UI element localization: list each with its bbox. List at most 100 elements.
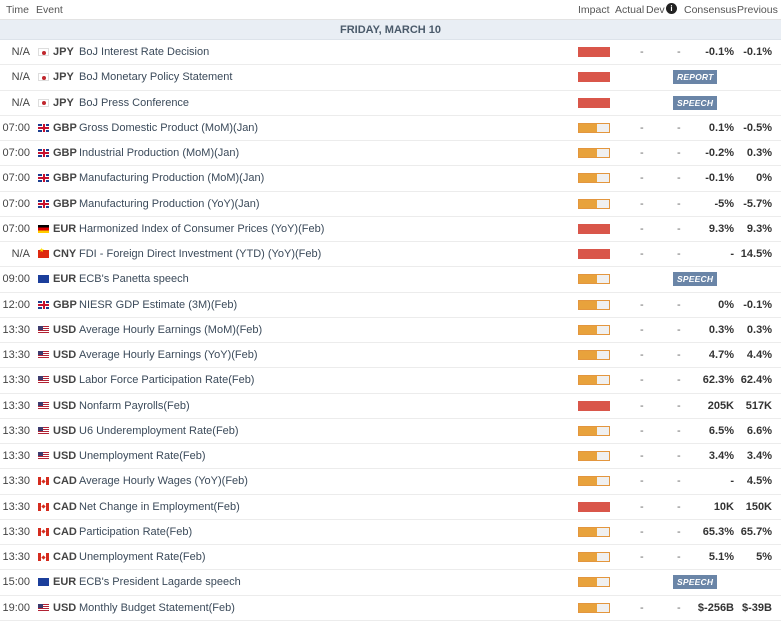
event-name[interactable]: Gross Domestic Product (MoM)(Jan) xyxy=(79,122,258,134)
event-row[interactable]: 13:30 CAD Participation Rate(Feb) - - 65.3% 65… xyxy=(0,519,781,545)
event-name[interactable]: NIESR GDP Estimate (3M)(Feb) xyxy=(79,299,237,311)
event-row[interactable]: 13:30 USD Average Hourly Earnings (MoM)(Fe… xyxy=(0,317,781,343)
flag-us-icon xyxy=(38,351,49,360)
event-name[interactable]: FDI - Foreign Direct Investment (YTD) (Y… xyxy=(79,248,321,260)
event-row[interactable]: 13:30 USD Average Hourly Earnings (YoY)(Fe… xyxy=(0,343,781,369)
flag-gb-icon xyxy=(38,123,49,132)
impact-high-indicator xyxy=(578,72,610,83)
event-name[interactable]: ECB's President Lagarde speech xyxy=(79,576,241,588)
economic-calendar: Time Event Impact Actual Dev i Consensus… xyxy=(0,0,781,621)
event-name[interactable]: Unemployment Rate(Feb) xyxy=(79,551,206,563)
actual-value: - xyxy=(640,349,644,362)
event-name[interactable]: Harmonized Index of Consumer Prices (YoY… xyxy=(79,223,324,235)
currency-code: GBP xyxy=(53,121,77,134)
event-row[interactable]: N/A JPY BoJ Monetary Policy Statement REPOR… xyxy=(0,65,781,91)
event-row[interactable]: 13:30 USD Nonfarm Payrolls(Feb) - - 205K 517K xyxy=(0,393,781,419)
event-row[interactable]: 13:30 USD Unemployment Rate(Feb) - - 3.4% 3.4% xyxy=(0,444,781,470)
event-row[interactable]: 07:00 GBP Industrial Production (MoM)(Jan)… xyxy=(0,141,781,167)
event-name[interactable]: BoJ Monetary Policy Statement xyxy=(79,71,232,83)
previous-value: 65.7% xyxy=(740,525,772,538)
event-name[interactable]: Labor Force Participation Rate(Feb) xyxy=(79,374,254,386)
event-name[interactable]: Nonfarm Payrolls(Feb) xyxy=(79,400,190,412)
event-name[interactable]: U6 Underemployment Rate(Feb) xyxy=(79,425,239,437)
impact-medium-indicator xyxy=(578,375,610,386)
flag-jp-icon xyxy=(38,48,49,57)
event-row[interactable]: N/A JPY BoJ Press Conference SPEECH xyxy=(0,90,781,116)
previous-value: $-39B xyxy=(742,601,772,614)
flag-jp-icon xyxy=(38,73,49,82)
info-icon[interactable]: i xyxy=(666,3,677,14)
event-name[interactable]: BoJ Press Conference xyxy=(79,97,189,109)
event-name[interactable]: Manufacturing Production (YoY)(Jan) xyxy=(79,198,260,210)
event-row[interactable]: 13:30 CAD Unemployment Rate(Feb) - - 5.1% 5% xyxy=(0,545,781,571)
event-row[interactable]: 13:30 USD Labor Force Participation Rate(F… xyxy=(0,368,781,394)
event-row[interactable]: 07:00 EUR Harmonized Index of Consumer Pri… xyxy=(0,216,781,242)
deviation-value: - xyxy=(677,121,681,134)
actual-value: - xyxy=(640,551,644,564)
event-time: 09:00 xyxy=(2,273,30,286)
event-row[interactable]: 07:00 GBP Manufacturing Production (MoM)(J… xyxy=(0,166,781,192)
event-row[interactable]: N/A CNYFDI - Foreign Direct Investment (Y… xyxy=(0,242,781,268)
event-time: 13:30 xyxy=(2,525,30,538)
event-name[interactable]: Unemployment Rate(Feb) xyxy=(79,450,206,462)
event-row[interactable]: 13:30 CAD Net Change in Employment(Feb) - - 1… xyxy=(0,494,781,520)
impact-medium-indicator xyxy=(578,350,610,361)
actual-value: - xyxy=(640,450,644,463)
event-row[interactable]: 09:00 EUR ECB's Panetta speech SPEECH xyxy=(0,267,781,293)
event-row[interactable]: 15:00 EUR ECB's President Lagarde speech SP… xyxy=(0,570,781,596)
event-name[interactable]: ECB's Panetta speech xyxy=(79,273,189,285)
impact-medium-indicator xyxy=(578,324,610,335)
event-row[interactable]: N/A JPY BoJ Interest Rate Decision - - -0.1% -… xyxy=(0,40,781,66)
actual-value: - xyxy=(640,248,644,261)
flag-us-icon xyxy=(38,452,49,461)
event-name[interactable]: Net Change in Employment(Feb) xyxy=(79,501,240,513)
event-name[interactable]: Average Hourly Earnings (YoY)(Feb) xyxy=(79,349,258,361)
event-name[interactable]: Average Hourly Wages (YoY)(Feb) xyxy=(79,475,248,487)
currency-code: JPY xyxy=(53,71,74,84)
event-time: 12:00 xyxy=(2,298,30,311)
event-row[interactable]: 13:30 CAD Average Hourly Wages (YoY)(Feb) -… xyxy=(0,469,781,495)
event-type-badge[interactable]: REPORT xyxy=(673,70,718,85)
deviation-value: - xyxy=(677,147,681,160)
event-time: 19:00 xyxy=(2,601,30,614)
impact-high-indicator xyxy=(578,249,610,260)
event-row[interactable]: 07:00 GBP Gross Domestic Product (MoM)(Jan… xyxy=(0,115,781,141)
col-dev[interactable]: Dev xyxy=(646,4,665,16)
event-row[interactable]: 07:00 GBP Manufacturing Production (YoY)(J… xyxy=(0,191,781,217)
event-row[interactable]: 13:30 USD U6 Underemployment Rate(Feb) - - 6.… xyxy=(0,418,781,444)
event-name[interactable]: Industrial Production (MoM)(Jan) xyxy=(79,147,239,159)
col-actual[interactable]: Actual xyxy=(615,4,644,16)
event-name[interactable]: Monthly Budget Statement(Feb) xyxy=(79,602,235,614)
event-row[interactable]: 19:00 USD Monthly Budget Statement(Feb) - - $… xyxy=(0,595,781,621)
deviation-value: - xyxy=(677,374,681,387)
consensus-value: - xyxy=(730,475,734,488)
currency-code: GBP xyxy=(53,147,77,160)
event-name[interactable]: BoJ Interest Rate Decision xyxy=(79,46,209,58)
flag-ca-icon xyxy=(38,553,49,562)
event-name[interactable]: Average Hourly Earnings (MoM)(Feb) xyxy=(79,324,262,336)
col-event[interactable]: Event xyxy=(36,4,63,16)
flag-ca-icon xyxy=(38,477,49,486)
col-consensus[interactable]: Consensus xyxy=(684,4,737,16)
actual-value: - xyxy=(640,172,644,185)
impact-medium-indicator xyxy=(578,451,610,462)
deviation-value: - xyxy=(677,601,681,614)
event-type-badge[interactable]: SPEECH xyxy=(673,272,718,287)
event-time: 13:30 xyxy=(2,551,30,564)
deviation-value: - xyxy=(677,46,681,59)
col-time[interactable]: Time xyxy=(6,4,29,16)
event-type-badge[interactable]: SPEECH xyxy=(673,575,718,590)
previous-value: 3.4% xyxy=(746,450,772,463)
deviation-value: - xyxy=(677,525,681,538)
currency-code: USD xyxy=(53,374,77,387)
event-name[interactable]: Participation Rate(Feb) xyxy=(79,526,192,538)
event-name[interactable]: Manufacturing Production (MoM)(Jan) xyxy=(79,172,264,184)
col-previous[interactable]: Previous xyxy=(737,4,778,16)
table-header: Time Event Impact Actual Dev i Consensus… xyxy=(0,0,781,20)
event-row[interactable]: 12:00 GBP NIESR GDP Estimate (3M)(Feb) - - 0%… xyxy=(0,292,781,318)
event-type-badge[interactable]: SPEECH xyxy=(673,95,718,110)
actual-value: - xyxy=(640,323,644,336)
impact-medium-indicator xyxy=(578,122,610,133)
col-impact[interactable]: Impact xyxy=(578,4,610,16)
consensus-value: -0.1% xyxy=(705,46,734,59)
